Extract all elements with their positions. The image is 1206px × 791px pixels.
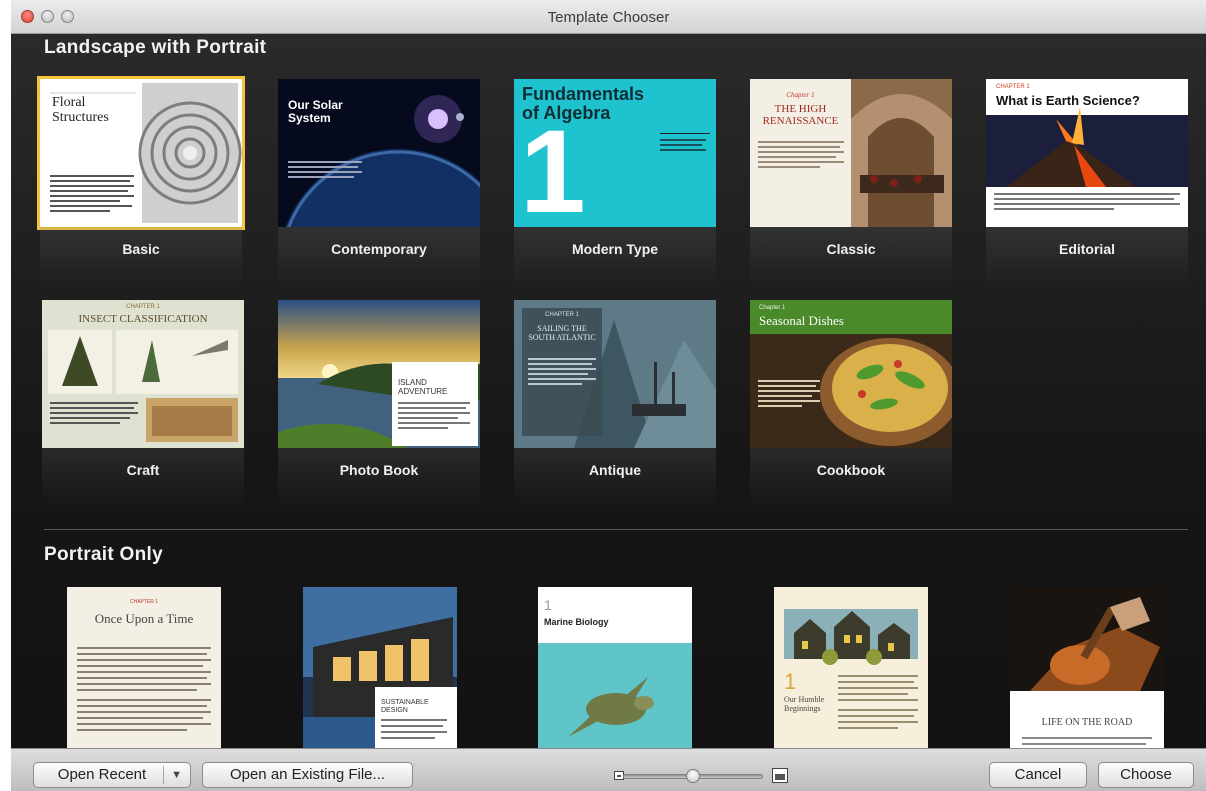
thumbnail-kicker: CHAPTER 1 [126, 304, 160, 310]
template-editorial[interactable]: CHAPTER 1 What is Earth Science? Editori… [986, 79, 1188, 287]
thumbnail-title: Our Humble Beginnings [784, 695, 825, 713]
choose-button[interactable]: Choose [1098, 762, 1194, 788]
thumbnail-title: SUSTAINABLE DESIGN [381, 699, 429, 714]
thumbnail-reflection [750, 227, 952, 287]
thumbnail-number: 1 [520, 106, 586, 227]
template-chooser-window: Template Chooser Landscape with Portrait… [11, 0, 1206, 791]
template-label: Editorial [1058, 241, 1115, 257]
thumbnail-title: Our Solar System [288, 98, 343, 125]
template-craft[interactable]: CHAPTER 1 INSECT CLASSIFICATION Craft [42, 300, 244, 508]
template-label: Craft [126, 462, 160, 478]
template-label: Classic [826, 241, 876, 257]
cancel-label: Cancel [1014, 766, 1062, 783]
template-label: Antique [588, 462, 642, 478]
portrait-thumbnail-art [538, 587, 692, 748]
choose-label: Choose [1120, 766, 1172, 783]
thumbnail[interactable]: Floral Structures [37, 76, 245, 230]
template-photo-book[interactable]: ISLAND ADVENTURE Photo Book [278, 300, 480, 508]
template-portrait-marine-biology[interactable]: 1 Marine Biology [538, 587, 692, 748]
classic-thumbnail-art [750, 79, 952, 227]
thumbnail-title: What is Earth Science? [996, 93, 1140, 108]
thumbnail-kicker: CHAPTER 1 [996, 84, 1030, 90]
template-label: Photo Book [339, 462, 419, 478]
slider-knob[interactable] [686, 769, 700, 783]
thumbnail-title: SAILING THE SOUTH ATLANTIC [528, 324, 596, 342]
section-title-portrait: Portrait Only [44, 544, 163, 565]
template-classic[interactable]: Chapter 1 THE HIGH RENAISSANCE Classic [750, 79, 952, 287]
thumbnail-reflection [42, 448, 244, 508]
template-label: Modern Type [571, 241, 659, 257]
thumbnail-kicker: CHAPTER 1 [545, 312, 579, 318]
open-recent-label: Open Recent [57, 766, 147, 783]
thumbnail-title: Once Upon a Time [94, 611, 194, 626]
thumbnail-reflection [514, 448, 716, 508]
template-portrait-life-on-the-road[interactable]: LIFE ON THE ROAD [1010, 587, 1164, 748]
thumbnail[interactable]: CHAPTER 1 INSECT CLASSIFICATION [42, 300, 244, 448]
thumbnail-title: LIFE ON THE ROAD [1041, 717, 1133, 728]
open-existing-file-label: Open an Existing File... [229, 766, 386, 783]
thumbnail[interactable]: Fundamentals of Algebra 1 [514, 79, 716, 227]
thumbnail[interactable]: Chapter 1 THE HIGH RENAISSANCE [750, 79, 952, 227]
template-contemporary[interactable]: Our Solar System Contemporary [278, 79, 480, 287]
thumbnail[interactable]: Chapter 1 Seasonal Dishes [750, 300, 952, 448]
thumbnail-reflection [514, 227, 716, 287]
thumbnail[interactable]: ISLAND ADVENTURE [278, 300, 480, 448]
section-title-landscape: Landscape with Portrait [44, 37, 267, 58]
thumbnail-title: INSECT CLASSIFICATION [78, 313, 208, 325]
thumbnail[interactable]: Our Solar System [278, 79, 480, 227]
section-divider [44, 529, 1188, 530]
thumbnail-reflection [40, 227, 242, 287]
template-gallery[interactable]: Landscape with Portrait Floral Structure… [11, 34, 1206, 748]
large-thumbnail-icon[interactable] [772, 768, 788, 783]
thumbnail-number: 1 [784, 669, 797, 694]
template-antique[interactable]: CHAPTER 1 SAILING THE SOUTH ATLANTIC Ant… [514, 300, 716, 508]
thumbnail[interactable]: CHAPTER 1 What is Earth Science? [986, 79, 1188, 227]
template-label: Contemporary [331, 241, 427, 257]
popup-separator [163, 766, 164, 784]
template-modern-type[interactable]: Fundamentals of Algebra 1 Modern Type [514, 79, 716, 287]
window-title: Template Chooser [547, 9, 670, 26]
cancel-button[interactable]: Cancel [989, 762, 1087, 788]
thumbnail-reflection [986, 227, 1188, 287]
thumbnail[interactable]: CHAPTER 1 SAILING THE SOUTH ATLANTIC [514, 300, 716, 448]
template-label: Cookbook [816, 462, 886, 478]
thumbnail-kicker: Chapter 1 [759, 305, 786, 311]
title-bar: Template Chooser [11, 0, 1206, 34]
thumbnail-title: ISLAND ADVENTURE [398, 378, 448, 396]
thumbnail-title: Seasonal Dishes [759, 313, 844, 328]
thumbnail-kicker: Chapter 1 [786, 91, 815, 99]
thumbnail-reflection [750, 448, 952, 508]
open-existing-file-button[interactable]: Open an Existing File... [202, 762, 413, 788]
thumbnail-number: 1 [544, 597, 552, 613]
thumbnail-kicker: CHAPTER 1 [129, 599, 159, 605]
thumbnail-reflection [278, 448, 480, 508]
chevron-down-icon[interactable]: ▼ [171, 763, 182, 787]
bottom-toolbar: Open Recent ▼ Open an Existing File... C… [11, 748, 1206, 791]
template-cookbook[interactable]: Chapter 1 Seasonal Dishes Cookbook [750, 300, 952, 508]
template-portrait-our-humble-beginnings[interactable]: 1 Our Humble Beginnings [774, 587, 928, 748]
portrait-thumbnail-art [784, 609, 918, 729]
portrait-thumbnail-art [303, 587, 457, 748]
thumbnail-title: THE HIGH RENAISSANCE [762, 103, 839, 127]
template-portrait-sustainable-design[interactable]: SUSTAINABLE DESIGN [303, 587, 457, 748]
antique-thumbnail-art [514, 300, 716, 448]
photo-book-thumbnail-art [278, 300, 480, 448]
template-basic[interactable]: Floral Structures Basic [37, 76, 245, 287]
template-label: Basic [122, 241, 160, 257]
template-portrait-once-upon-a-time[interactable]: CHAPTER 1 Once Upon a Time [67, 587, 221, 748]
thumbnail-title: Floral Structures [52, 95, 109, 125]
thumbnail-reflection [278, 227, 480, 287]
open-recent-button[interactable]: Open Recent ▼ [33, 762, 191, 788]
thumbnail-title: Marine Biology [544, 617, 609, 627]
